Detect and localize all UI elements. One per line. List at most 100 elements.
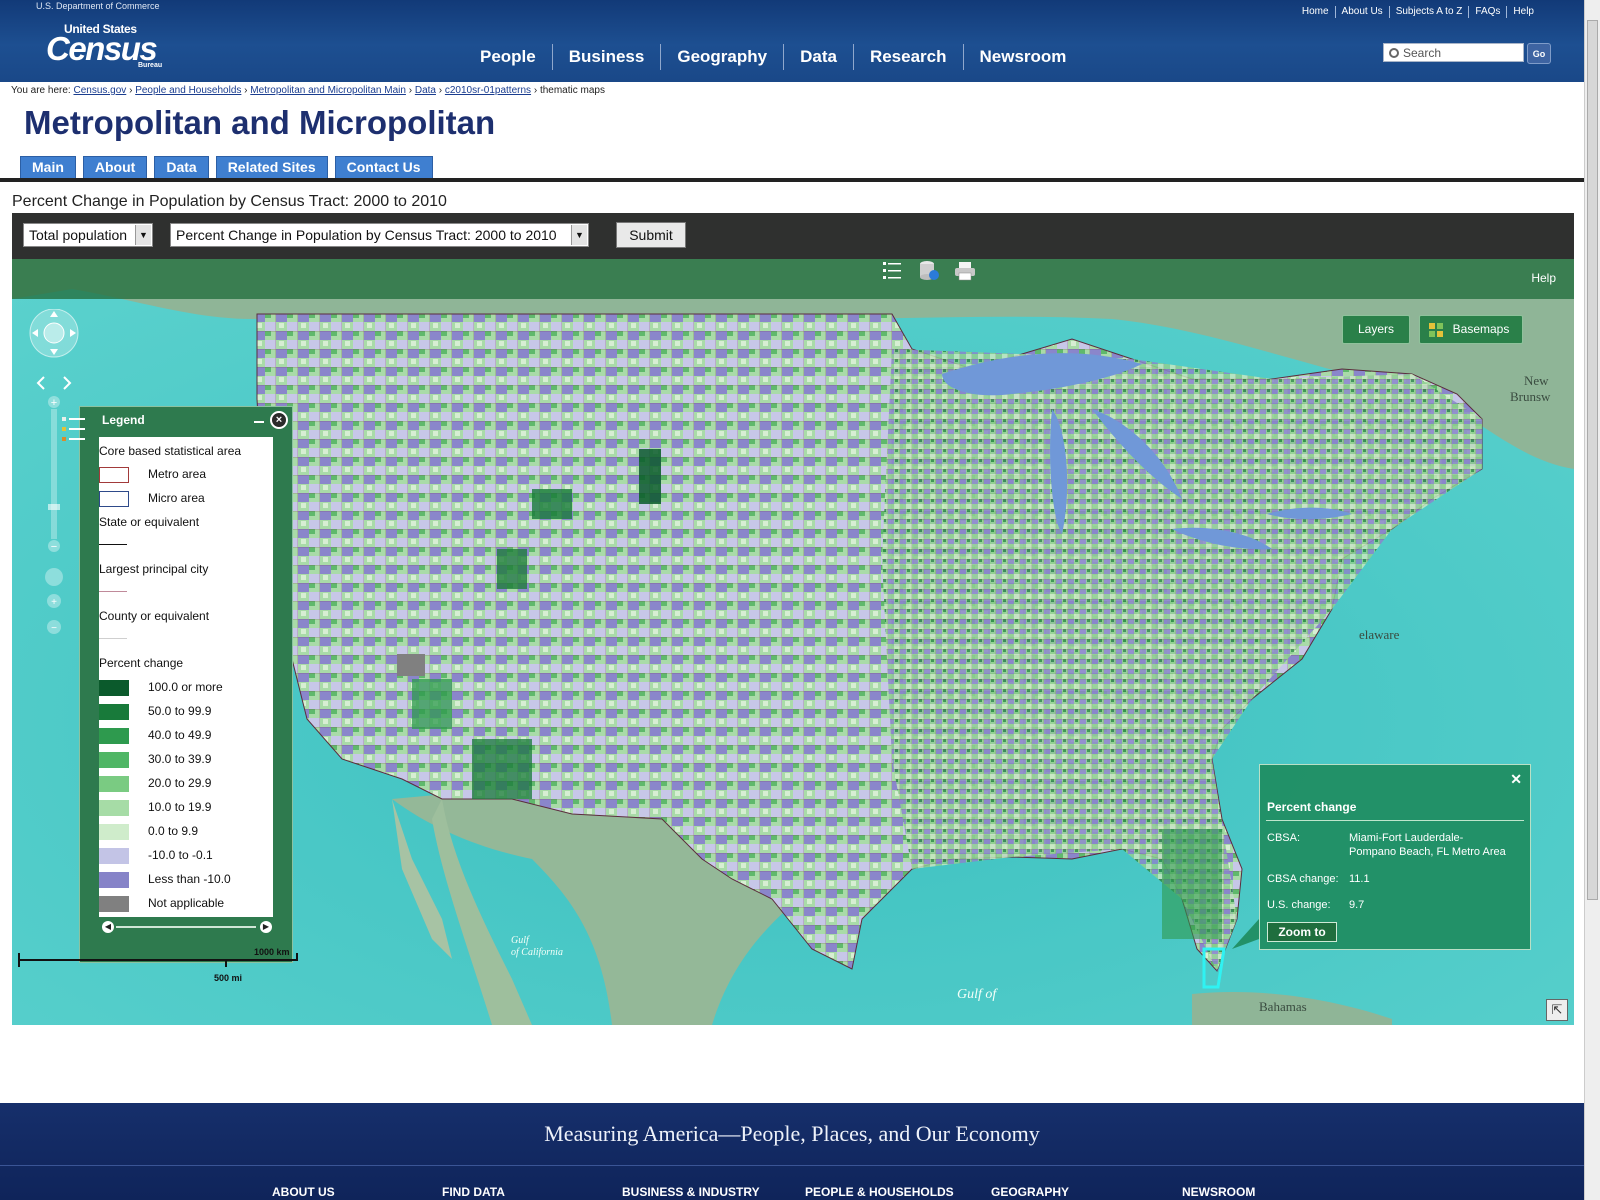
page-scrollbar[interactable] xyxy=(1584,0,1600,1200)
scroll-right-icon[interactable]: ▶ xyxy=(260,921,272,933)
site-header: U.S. Department of Commerce United State… xyxy=(0,0,1584,82)
utility-link-faqs[interactable]: FAQs xyxy=(1468,6,1506,18)
basemaps-button[interactable]: Basemaps xyxy=(1419,315,1523,344)
nav-newsroom[interactable]: Newsroom xyxy=(962,44,1083,70)
legend-class-label: 50.0 to 99.9 xyxy=(148,704,212,718)
search-input[interactable]: Search xyxy=(1383,43,1524,62)
utility-link-subjects[interactable]: Subjects A to Z xyxy=(1388,6,1469,18)
legend-percent-heading: Percent change xyxy=(99,656,184,670)
tab-data[interactable]: Data xyxy=(154,156,209,178)
legend-color-swatch xyxy=(99,872,129,888)
chevron-down-icon: ▼ xyxy=(571,225,587,245)
utility-link-home[interactable]: Home xyxy=(1296,6,1335,18)
breadcrumb-link-patterns[interactable]: c2010sr-01patterns xyxy=(445,85,531,96)
expand-icon[interactable]: ⇱ xyxy=(1546,999,1568,1021)
breadcrumb-link-census[interactable]: Census.gov xyxy=(73,85,126,96)
pan-zoom-controls[interactable]: + − + − xyxy=(24,309,86,649)
map-help-link[interactable]: Help xyxy=(1531,271,1556,285)
breadcrumb: You are here: Census.gov › People and Ho… xyxy=(11,85,605,96)
breadcrumb-current: thematic maps xyxy=(539,85,605,96)
legend-color-swatch xyxy=(99,800,129,816)
nav-research[interactable]: Research xyxy=(852,44,963,70)
layers-button[interactable]: Layers xyxy=(1342,315,1410,344)
thematic-map[interactable]: Gulf of California Gulf of Bahamas elawa… xyxy=(12,259,1574,1025)
scale-bar: 1000 km 500 mi xyxy=(18,947,308,987)
footer-link-find-data[interactable]: FIND DATA xyxy=(442,1185,505,1199)
tab-related-sites[interactable]: Related Sites xyxy=(215,156,328,178)
footer-link-people[interactable]: PEOPLE & HOUSEHOLDS xyxy=(805,1185,954,1199)
tab-contact-us[interactable]: Contact Us xyxy=(334,156,433,178)
theme-select[interactable]: Percent Change in Population by Census T… xyxy=(170,223,589,247)
legend-color-swatch xyxy=(99,776,129,792)
search-go-button[interactable]: Go xyxy=(1527,43,1551,64)
svg-text:+: + xyxy=(51,397,57,409)
popup-divider xyxy=(1266,820,1524,821)
footer-link-business[interactable]: BUSINESS & INDUSTRY xyxy=(622,1185,760,1199)
popup-us-value: 9.7 xyxy=(1349,899,1365,911)
nav-business[interactable]: Business xyxy=(551,44,661,70)
legend-horizontal-scrollbar[interactable]: ◀ ▶ xyxy=(102,921,272,933)
map-toolbar: Help xyxy=(12,259,1574,299)
utility-link-help[interactable]: Help xyxy=(1506,6,1540,18)
legend-body: Core based statistical area Metro area M… xyxy=(99,437,273,917)
scale-km-label: 1000 km xyxy=(254,947,290,957)
legend-class-row: 50.0 to 99.9 xyxy=(99,704,269,720)
map-controls: Total population ▼ Percent Change in Pop… xyxy=(12,213,1574,259)
scroll-left-icon[interactable]: ◀ xyxy=(102,921,114,933)
legend-item-micro: Micro area xyxy=(99,491,269,507)
search-icon xyxy=(1389,48,1399,58)
zoom-to-button[interactable]: Zoom to xyxy=(1267,922,1337,942)
data-download-icon[interactable] xyxy=(917,259,941,283)
scale-mi-label: 500 mi xyxy=(214,973,243,983)
census-logo[interactable]: United States Census Bureau xyxy=(46,20,176,70)
popup-us-key: U.S. change: xyxy=(1267,899,1331,911)
nav-geography[interactable]: Geography xyxy=(660,44,783,70)
submit-button[interactable]: Submit xyxy=(616,222,686,248)
population-select-value: Total population xyxy=(29,227,128,243)
population-select[interactable]: Total population ▼ xyxy=(23,223,153,247)
section-divider xyxy=(0,178,1584,182)
legend-class-row: 10.0 to 19.9 xyxy=(99,800,269,816)
scroll-track[interactable] xyxy=(116,926,256,928)
micro-outline-swatch xyxy=(99,491,129,507)
basemaps-grid-icon xyxy=(1429,323,1443,337)
close-icon[interactable]: × xyxy=(270,411,288,429)
nav-data[interactable]: Data xyxy=(783,44,853,70)
legend-city-heading: Largest principal city xyxy=(99,562,209,576)
city-line-swatch xyxy=(99,591,127,592)
breadcrumb-link-metro-main[interactable]: Metropolitan and Micropolitan Main xyxy=(250,85,406,96)
legend-color-swatch xyxy=(99,680,129,696)
legend-layers-icon[interactable] xyxy=(62,415,88,451)
legend-state-heading: State or equivalent xyxy=(99,515,200,529)
legend-class-row: 40.0 to 49.9 xyxy=(99,728,269,744)
close-icon[interactable]: ✕ xyxy=(1510,771,1522,788)
county-line-swatch xyxy=(99,638,127,639)
popup-cbsa-key: CBSA: xyxy=(1267,832,1301,844)
tab-main[interactable]: Main xyxy=(20,156,76,178)
footer-link-newsroom[interactable]: NEWSROOM xyxy=(1182,1185,1255,1199)
legend-class-row: -10.0 to -0.1 xyxy=(99,848,269,864)
popup-change-value: 11.1 xyxy=(1349,873,1370,885)
nav-people[interactable]: People xyxy=(464,44,552,70)
legend-label: Metro area xyxy=(148,467,207,481)
minimize-icon[interactable] xyxy=(254,421,264,423)
map-title: Percent Change in Population by Census T… xyxy=(12,193,447,210)
legend-class-row: Less than -10.0 xyxy=(99,872,269,888)
breadcrumb-link-data[interactable]: Data xyxy=(415,85,436,96)
footer-link-geography[interactable]: GEOGRAPHY xyxy=(991,1185,1069,1199)
legend-class-label: 10.0 to 19.9 xyxy=(148,800,212,814)
scrollbar-thumb[interactable] xyxy=(1587,20,1598,900)
legend-class-row: Not applicable xyxy=(99,896,269,912)
tab-about[interactable]: About xyxy=(82,156,148,178)
legend-color-swatch xyxy=(99,728,129,744)
legend-class-label: 30.0 to 39.9 xyxy=(148,752,212,766)
utility-link-about-us[interactable]: About Us xyxy=(1334,6,1389,18)
breadcrumb-link-people[interactable]: People and Households xyxy=(135,85,241,96)
footer-link-about[interactable]: ABOUT US xyxy=(272,1185,335,1199)
breadcrumb-separator: › xyxy=(438,85,443,96)
list-icon[interactable] xyxy=(880,259,904,283)
legend-class-label: 100.0 or more xyxy=(148,680,223,694)
print-icon[interactable] xyxy=(953,259,977,283)
popup-heading: Percent change xyxy=(1267,800,1357,814)
legend-color-swatch xyxy=(99,752,129,768)
